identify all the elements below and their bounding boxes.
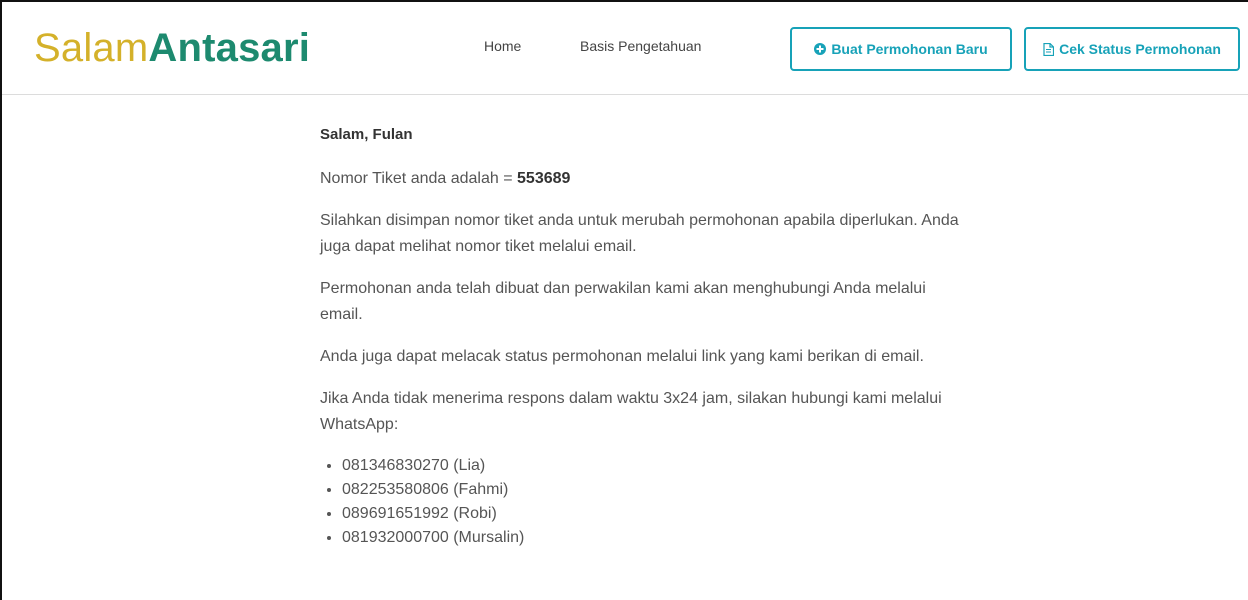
- save-ticket-paragraph: Silahkan disimpan nomor tiket anda untuk…: [320, 212, 959, 255]
- check-status-label: Cek Status Permohonan: [1059, 41, 1221, 57]
- site-logo[interactable]: SalamAntasari: [34, 24, 310, 72]
- plus-circle-icon: [814, 43, 827, 55]
- ticket-line: Nomor Tiket anda adalah = 553689: [320, 166, 960, 192]
- document-icon: [1043, 42, 1055, 56]
- nav-knowledge-base-link[interactable]: Basis Pengetahuan: [580, 38, 701, 54]
- track-status-paragraph: Anda juga dapat melacak status permohona…: [320, 348, 924, 365]
- logo-text-antasari: Antasari: [148, 26, 311, 70]
- site-header: SalamAntasari Home Basis Pengetahuan Bua…: [2, 2, 1248, 95]
- request-created-paragraph: Permohonan anda telah dibuat dan perwaki…: [320, 280, 926, 323]
- logo-text-salam: Salam: [34, 26, 149, 70]
- list-item: 089691651992 (Robi): [342, 502, 960, 526]
- check-status-button[interactable]: Cek Status Permohonan: [1024, 27, 1240, 71]
- new-request-label: Buat Permohonan Baru: [831, 41, 988, 57]
- whatsapp-contact-paragraph: Jika Anda tidak menerima respons dalam w…: [320, 390, 942, 433]
- whatsapp-contact-list: 081346830270 (Lia) 082253580806 (Fahmi) …: [320, 454, 960, 550]
- nav-home-link[interactable]: Home: [484, 38, 521, 54]
- greeting-text: Salam, Fulan: [320, 126, 413, 143]
- confirmation-content: Salam, Fulan Nomor Tiket anda adalah = 5…: [320, 122, 960, 550]
- ticket-number: 553689: [517, 170, 571, 187]
- page-frame: SalamAntasari Home Basis Pengetahuan Bua…: [0, 0, 1248, 600]
- list-item: 082253580806 (Fahmi): [342, 478, 960, 502]
- list-item: 081346830270 (Lia): [342, 454, 960, 478]
- new-request-button[interactable]: Buat Permohonan Baru: [790, 27, 1012, 71]
- ticket-prefix: Nomor Tiket anda adalah =: [320, 170, 518, 187]
- list-item: 081932000700 (Mursalin): [342, 526, 960, 550]
